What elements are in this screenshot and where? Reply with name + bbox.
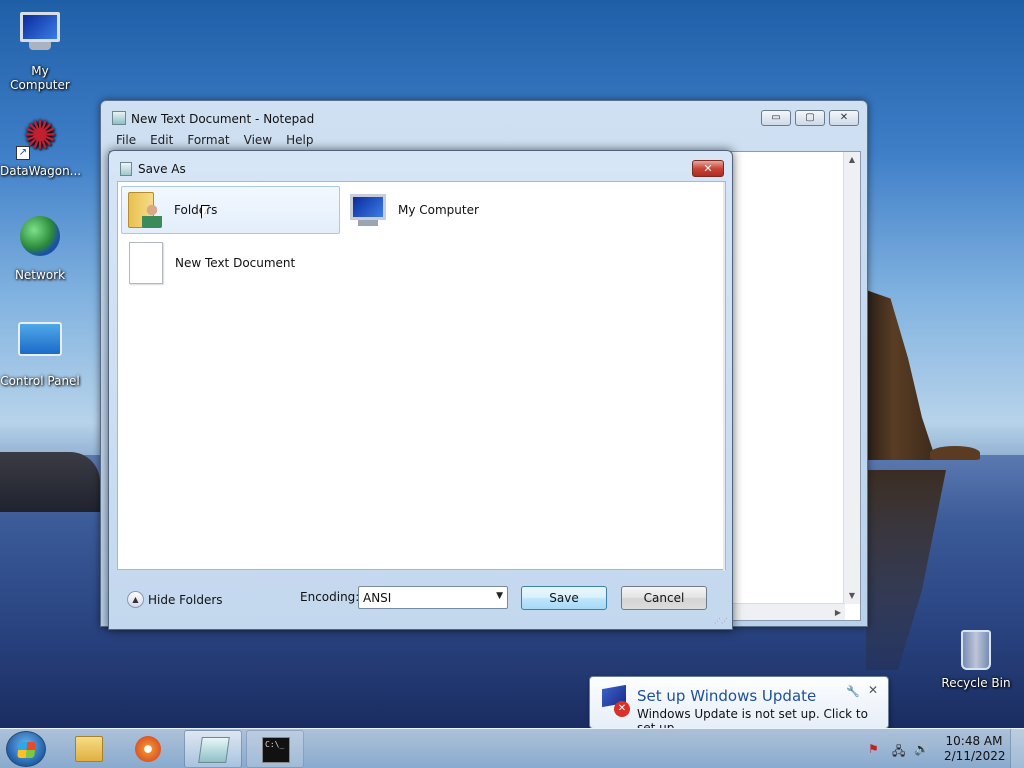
desktop-icon-datawagon[interactable]: ✺ ↗ DataWagon...	[0, 112, 82, 178]
vertical-scrollbar[interactable]: ▲ ▼	[843, 152, 860, 604]
close-button[interactable]: ✕	[829, 110, 859, 126]
taskbar-notepad[interactable]	[184, 730, 242, 768]
windows-logo-icon	[17, 742, 36, 758]
dialog-title: Save As	[138, 162, 186, 176]
notification-title: Set up Windows Update	[637, 687, 817, 705]
user-folder-icon	[126, 190, 166, 230]
menu-file[interactable]: File	[109, 132, 143, 148]
wallpaper-rocks	[0, 452, 100, 512]
hide-folders-label: Hide Folders	[148, 592, 223, 607]
wallpaper-stone	[930, 446, 980, 460]
hide-folders-toggle[interactable]: ▲ Hide Folders	[127, 591, 223, 608]
notepad-icon	[198, 737, 230, 763]
desktop-icon-network[interactable]: Network	[0, 214, 80, 282]
shortcut-arrow-icon: ↗	[16, 146, 30, 160]
list-item-my-computer[interactable]: My Computer	[346, 186, 546, 234]
network-tray-icon[interactable]: 🖧	[892, 742, 905, 763]
mouse-cursor-icon	[202, 206, 209, 218]
taskbar-media-player[interactable]	[120, 730, 178, 768]
minimize-button[interactable]: ▭	[761, 110, 791, 126]
save-as-dialog: Save As ✕ Folders My Computer New Text D…	[108, 150, 733, 630]
item-label: Folders	[174, 203, 218, 217]
desktop-icon-recycle-bin[interactable]: Recycle Bin	[940, 630, 1012, 690]
menu-bar: File Edit Format View Help	[109, 132, 320, 148]
windows-update-notification[interactable]: ✕ Set up Windows Update Windows Update i…	[589, 676, 889, 735]
clock-date: 2/11/2022	[944, 749, 1006, 763]
desktop-icon-label: DataWagon...	[0, 164, 82, 178]
list-item-folders[interactable]: Folders	[121, 186, 340, 234]
show-desktop-button[interactable]	[1010, 729, 1024, 768]
desktop-icon-label: Network	[14, 268, 66, 282]
dropdown-arrow-icon: ▼	[496, 591, 503, 601]
scroll-right-arrow-icon[interactable]: ▶	[835, 604, 841, 621]
file-list-scrollbar[interactable]	[723, 182, 725, 571]
computer-icon	[16, 12, 64, 60]
caption-buttons: ▭ ▢ ✕	[761, 110, 859, 126]
text-document-icon	[129, 242, 163, 284]
media-player-icon	[135, 736, 161, 762]
menu-edit[interactable]: Edit	[143, 132, 180, 148]
menu-format[interactable]: Format	[180, 132, 236, 148]
folder-icon	[75, 736, 103, 762]
clock-time: 10:48 AM	[945, 734, 1003, 748]
taskbar-explorer[interactable]	[60, 730, 118, 768]
notepad-icon	[112, 111, 126, 125]
encoding-select[interactable]: ANSI ▼	[358, 586, 508, 609]
save-button[interactable]: Save	[521, 586, 607, 610]
menu-help[interactable]: Help	[279, 132, 320, 148]
taskbar-command-prompt[interactable]: C:\_	[246, 730, 304, 768]
start-button[interactable]	[6, 731, 46, 767]
wallpaper-cliff	[866, 290, 936, 460]
windows-update-flag-icon: ✕	[600, 684, 632, 717]
taskbar: C:\_ ⚑ 🖧 🔊 10:48 AM 2/11/2022	[0, 728, 1024, 768]
cancel-button[interactable]: Cancel	[621, 586, 707, 610]
dialog-close-button[interactable]: ✕	[692, 160, 724, 177]
control-panel-icon	[16, 322, 64, 370]
item-label: New Text Document	[175, 256, 296, 270]
resize-grip-icon[interactable]: ⋰⋰	[714, 617, 728, 625]
desktop-icon-label: My Computer	[10, 64, 70, 92]
system-clock[interactable]: 10:48 AM 2/11/2022	[944, 734, 1006, 764]
network-icon	[16, 216, 64, 264]
file-browser: Folders My Computer New Text Document	[117, 181, 726, 571]
action-center-alert-icon[interactable]: ⚑	[868, 742, 879, 756]
maximize-button[interactable]: ▢	[795, 110, 825, 126]
scroll-down-arrow-icon[interactable]: ▼	[844, 588, 860, 604]
desktop-icon-label: Control Panel	[0, 374, 80, 388]
item-label: My Computer	[398, 203, 479, 217]
chevron-up-icon: ▲	[127, 591, 144, 608]
desktop-icon-control-panel[interactable]: Control Panel	[0, 318, 80, 388]
recycle-bin-icon	[961, 630, 991, 670]
desktop-icon-my-computer[interactable]: My Computer	[0, 8, 80, 92]
computer-icon	[346, 190, 390, 230]
volume-icon[interactable]: 🔊	[914, 742, 929, 756]
notification-close-icon[interactable]: ✕	[868, 683, 878, 697]
encoding-label: Encoding:	[300, 590, 360, 604]
menu-view[interactable]: View	[237, 132, 279, 148]
scroll-up-arrow-icon[interactable]: ▲	[844, 152, 860, 168]
dialog-notepad-icon	[120, 162, 132, 176]
encoding-value: ANSI	[363, 591, 392, 605]
window-title: New Text Document - Notepad	[131, 112, 315, 126]
wrench-icon[interactable]: 🔧	[846, 685, 860, 698]
desktop-icon-label: Recycle Bin	[941, 676, 1011, 690]
list-item-new-text-document[interactable]: New Text Document	[121, 239, 340, 287]
datawagon-icon: ✺ ↗	[16, 112, 64, 160]
command-prompt-icon: C:\_	[262, 737, 290, 763]
